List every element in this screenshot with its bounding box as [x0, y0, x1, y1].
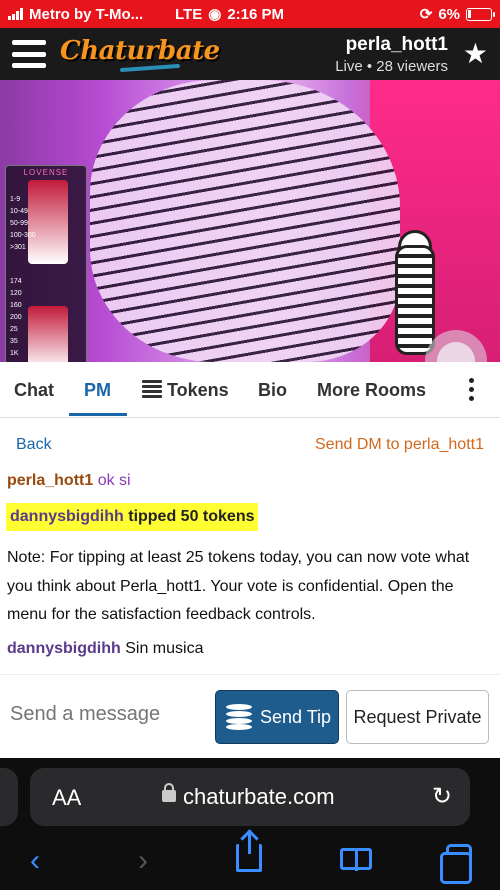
lovense-level: 174: [10, 278, 22, 285]
battery-group: ⟳ 6%: [419, 5, 495, 23]
lovense-level: 10-49: [10, 208, 28, 215]
pm-toolbar: Back Send DM to perla_hott1: [0, 418, 500, 470]
lovense-image-bottom: [28, 306, 68, 362]
chat-text: Sin musica: [125, 640, 204, 657]
lovense-level: 200: [10, 314, 22, 321]
tab-more-rooms[interactable]: More Rooms: [317, 380, 426, 401]
room-status: Live • 28 viewers: [335, 58, 448, 75]
back-arrow-icon[interactable]: ‹: [30, 844, 40, 878]
message-input[interactable]: [10, 703, 210, 726]
request-private-button[interactable]: Request Private: [346, 690, 489, 744]
brand-logo[interactable]: Chaturbate: [60, 36, 220, 66]
active-tab-indicator: [69, 413, 127, 416]
tokens-icon: [142, 380, 162, 398]
browser-toolbar: ‹ ›: [0, 832, 500, 886]
clock: 2:16 PM: [227, 5, 285, 23]
system-note: Note: For tipping at least 25 tokens tod…: [7, 549, 470, 623]
room-info: perla_hott1 Live • 28 viewers: [335, 34, 448, 75]
tab-bio[interactable]: Bio: [258, 380, 287, 401]
tab-tokens-label: Tokens: [167, 380, 229, 400]
lovense-image-top: [28, 180, 68, 264]
lovense-title: LOVENSE: [23, 168, 69, 177]
send-dm-link[interactable]: Send DM to perla_hott1: [315, 436, 484, 454]
lovense-level: >301: [10, 244, 26, 251]
chat-username[interactable]: dannysbigdihh: [7, 640, 121, 657]
chat-message: perla_hott1 ok si: [7, 472, 131, 490]
lovense-level: 120: [10, 290, 22, 297]
orientation-lock-icon: ⟳: [419, 6, 433, 23]
network-label: LTE: [175, 5, 203, 23]
room-tabs: Chat PM Tokens Bio More Rooms: [0, 362, 500, 418]
reader-options-button[interactable]: AA: [52, 785, 81, 811]
skeleton-decoration: [395, 245, 435, 355]
time-group: LTE ◉ 2:16 PM: [175, 5, 285, 24]
address-bar[interactable]: AA chaturbate.com ↻: [30, 768, 470, 826]
share-icon[interactable]: [236, 832, 262, 872]
battery-percent: 6%: [438, 5, 460, 23]
lovense-overlay: LOVENSE 1-9 10-49 50-99 100-300 >301 174…: [5, 165, 87, 362]
tip-text: tipped 50 tokens: [128, 508, 255, 525]
favorite-star-icon[interactable]: ★: [463, 40, 488, 68]
browser-chrome: AA chaturbate.com ↻ ‹ ›: [0, 758, 500, 890]
signal-icon: [8, 8, 23, 20]
lovense-level: 50-99: [10, 220, 28, 227]
tip-notification: dannysbigdihh tipped 50 tokens: [6, 503, 259, 531]
coins-icon: [226, 704, 252, 730]
tab-pm[interactable]: PM: [84, 380, 111, 401]
battery-icon: [466, 7, 495, 21]
reload-icon[interactable]: ↻: [432, 782, 452, 811]
lovense-level: 35: [10, 338, 18, 345]
send-tip-button[interactable]: Send Tip: [215, 690, 339, 744]
chat-messages[interactable]: perla_hott1 ok si dannysbigdihh tipped 5…: [0, 470, 500, 674]
back-link[interactable]: Back: [16, 436, 52, 454]
carrier-label: Metro by T-Mo...: [29, 5, 144, 23]
previous-tab-card[interactable]: [0, 768, 18, 826]
video-stream[interactable]: LOVENSE 1-9 10-49 50-99 100-300 >301 174…: [0, 80, 500, 362]
lovense-level: 160: [10, 302, 22, 309]
bookmarks-icon[interactable]: [340, 848, 372, 871]
video-subject: [90, 80, 400, 362]
forward-arrow-icon[interactable]: ›: [138, 844, 148, 878]
chat-username[interactable]: perla_hott1: [7, 472, 93, 489]
send-tip-label: Send Tip: [260, 706, 332, 727]
chat-text: ok si: [97, 472, 131, 489]
tab-chat[interactable]: Chat: [14, 380, 54, 401]
lovense-level: 25: [10, 326, 18, 333]
lovense-level: 1K: [10, 350, 19, 357]
lovense-level: 1-9: [10, 196, 21, 203]
url-text[interactable]: chaturbate.com: [183, 784, 335, 810]
app-header: Chaturbate perla_hott1 Live • 28 viewers…: [0, 28, 500, 80]
lovense-level: 100-300: [10, 232, 36, 239]
lock-icon: [162, 783, 176, 802]
menu-icon[interactable]: [12, 40, 46, 68]
tipper-username[interactable]: dannysbigdihh: [10, 508, 124, 525]
chat-message: dannysbigdihh Sin musica: [7, 640, 203, 658]
room-name: perla_hott1: [345, 34, 448, 55]
tabs-icon[interactable]: [440, 844, 472, 884]
more-options-icon[interactable]: [469, 378, 474, 401]
tab-tokens[interactable]: Tokens: [142, 380, 229, 401]
message-composer: Send Tip Request Private: [0, 674, 500, 758]
carrier-group: Metro by T-Mo...: [8, 6, 143, 23]
status-bar: Metro by T-Mo... LTE ◉ 2:16 PM ⟳ 6%: [0, 0, 500, 28]
location-icon: ◉: [208, 6, 222, 23]
